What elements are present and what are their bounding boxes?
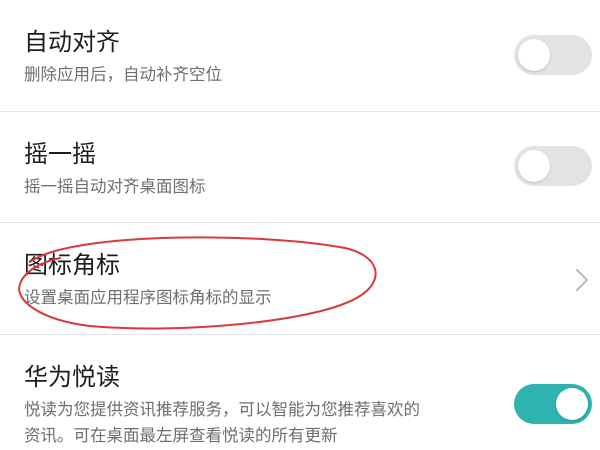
auto-align-toggle[interactable]: [514, 35, 592, 75]
toggle-knob: [518, 150, 550, 182]
toggle-knob: [518, 39, 550, 71]
setting-title: 摇一摇: [24, 140, 96, 168]
setting-row-huawei-reading[interactable]: 华为悦读 悦读为您提供资讯推荐服务，可以智能为您推荐喜欢的 资讯。可在桌面最左屏…: [0, 335, 600, 450]
setting-description: 删除应用后，自动补齐空位: [24, 65, 222, 84]
setting-row-shake[interactable]: 摇一摇 摇一摇自动对齐桌面图标: [0, 112, 600, 222]
shake-toggle[interactable]: [514, 146, 592, 186]
setting-row-icon-badge[interactable]: 图标角标 设置桌面应用程序图标角标的显示: [0, 223, 600, 334]
setting-title: 图标角标: [24, 251, 120, 279]
setting-description-line-2: 资讯。可在桌面最左屏查看悦读的所有更新: [24, 426, 338, 445]
setting-description-line-1: 悦读为您提供资讯推荐服务，可以智能为您推荐喜欢的: [24, 400, 420, 419]
toggle-knob: [556, 388, 588, 420]
setting-description: 设置桌面应用程序图标角标的显示: [24, 288, 272, 307]
setting-title: 华为悦读: [24, 363, 120, 391]
settings-list: 自动对齐 删除应用后，自动补齐空位 摇一摇 摇一摇自动对齐桌面图标 图标角标 设…: [0, 0, 600, 450]
setting-description: 摇一摇自动对齐桌面图标: [24, 177, 206, 196]
chevron-right-icon[interactable]: [572, 265, 592, 295]
setting-row-auto-align[interactable]: 自动对齐 删除应用后，自动补齐空位: [0, 0, 600, 111]
setting-title: 自动对齐: [24, 28, 120, 56]
huawei-reading-toggle[interactable]: [514, 384, 592, 424]
